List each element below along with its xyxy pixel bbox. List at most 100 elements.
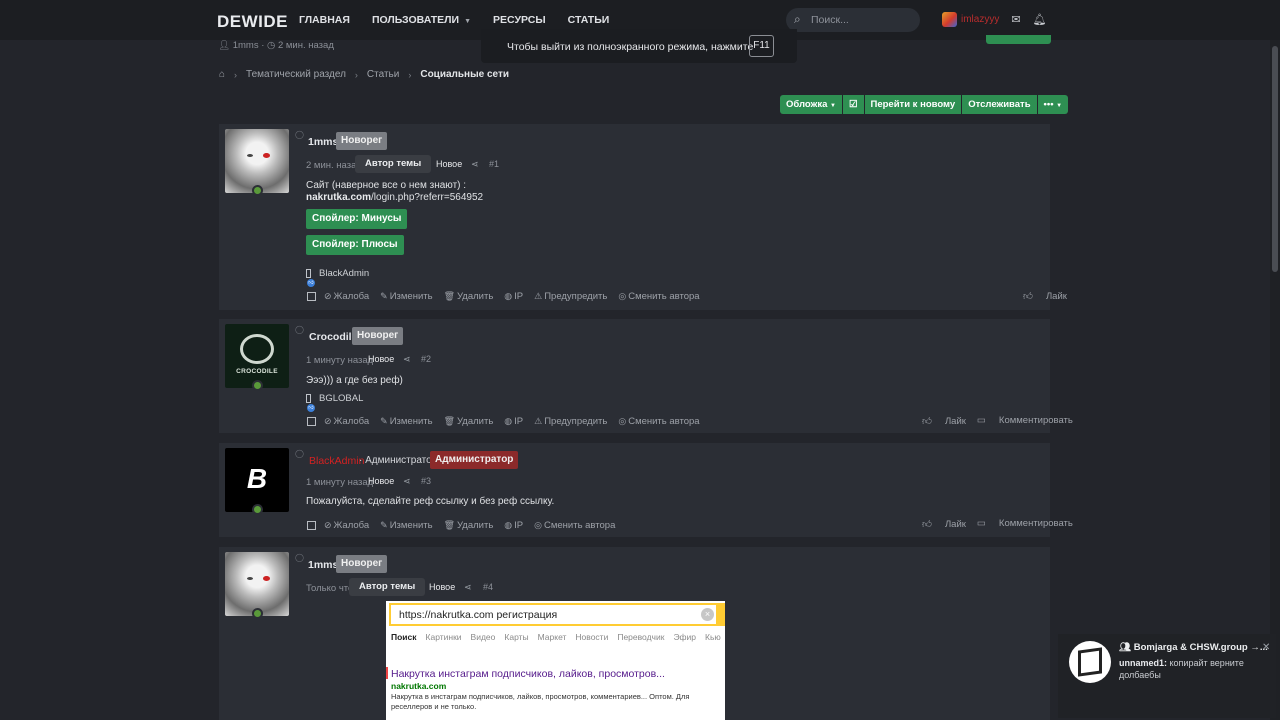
post-username[interactable]: 1mms: [308, 559, 338, 571]
post-time[interactable]: 1 минуту назад: [306, 355, 373, 366]
envelope-icon[interactable]: ✉: [1011, 13, 1020, 26]
pencil-icon: ✎: [380, 520, 388, 530]
post-number[interactable]: #4: [483, 582, 493, 592]
ip-link[interactable]: ◍ IP: [504, 416, 523, 427]
breadcrumb-articles[interactable]: Статьи: [367, 69, 399, 80]
watch-button[interactable]: Отслеживать: [962, 95, 1037, 114]
delete-link[interactable]: 🗑︎ Удалить: [444, 416, 494, 427]
avatar-eye-left: [247, 154, 253, 157]
report-link[interactable]: ⊘ Жалоба: [324, 520, 369, 531]
select-button[interactable]: ☑: [842, 95, 864, 114]
report-link[interactable]: ⊘ Жалоба: [324, 291, 369, 302]
notification-popup[interactable]: 👥︎ Bomjarga & CHSW.group →... unnamed1: …: [1058, 634, 1276, 718]
cover-button[interactable]: Обложка ▼: [780, 95, 842, 114]
spoiler-cons-button[interactable]: Спойлер: Минусы: [306, 209, 408, 229]
more-button[interactable]: ••• ▼: [1037, 95, 1069, 114]
select-checkbox[interactable]: [307, 417, 316, 426]
thread-author[interactable]: 1mms: [233, 40, 259, 51]
author-tooltip: Автор темы: [355, 155, 432, 173]
chevron-down-icon[interactable]: ▼: [464, 18, 471, 25]
spoiler-pros-button[interactable]: Спойлер: Плюсы: [306, 235, 404, 255]
warning-icon: ⚠: [534, 416, 543, 426]
share-icon[interactable]: ⋖: [403, 476, 411, 487]
notification-title[interactable]: 👥︎ Bomjarga & CHSW.group →...: [1119, 642, 1268, 653]
current-username[interactable]: imlazyyy: [961, 14, 999, 25]
change-author-link[interactable]: ◎ Сменить автора: [534, 520, 615, 531]
post-username[interactable]: Crocodile: [309, 331, 357, 343]
go-to-new-button[interactable]: Перейти к новому: [864, 95, 962, 114]
avatar[interactable]: [225, 129, 289, 193]
warn-link[interactable]: ⚠ Предупредить: [534, 416, 607, 427]
site-logo[interactable]: DEWIDE: [217, 12, 288, 32]
chevron-down-icon: ▼: [830, 103, 836, 109]
header-action-button[interactable]: [986, 35, 1051, 44]
avatar[interactable]: B: [225, 448, 289, 512]
close-icon[interactable]: ✕: [1262, 642, 1270, 653]
circle-icon[interactable]: ◯: [295, 325, 304, 334]
scrollbar-thumb[interactable]: [1272, 46, 1278, 272]
share-icon[interactable]: ⋖: [471, 159, 479, 170]
delete-link[interactable]: 🗑︎ Удалить: [444, 520, 494, 531]
new-label: Новое: [368, 354, 395, 364]
post-footer-actions: ⊘ Жалоба ✎ Изменить 🗑︎ Удалить ◍ IP ⚠ Предупр…: [307, 416, 711, 427]
report-link[interactable]: ⊘ Жалоба: [324, 416, 369, 427]
share-icon[interactable]: ⋖: [464, 582, 472, 593]
edit-link[interactable]: ✎ Изменить: [380, 520, 432, 531]
search-input[interactable]: ⌕ Поиск...: [786, 8, 920, 32]
like-button[interactable]: 👍︎ Лайк: [922, 415, 966, 427]
post-number[interactable]: #2: [421, 354, 431, 364]
change-author-link[interactable]: ◎ Сменить автора: [618, 416, 699, 427]
breadcrumb-section[interactable]: Тематический раздел: [246, 69, 346, 80]
page-scrollbar[interactable]: [1270, 40, 1280, 720]
ip-link[interactable]: ◍ IP: [504, 520, 523, 531]
post-username[interactable]: 1mms: [308, 136, 338, 148]
thread-meta: 👤︎ 1mms · ◷ 2 мин. назад: [218, 40, 334, 51]
post-link[interactable]: nakrutka.com/login.php?referr=564952: [306, 192, 483, 203]
tab-q: Кью: [705, 632, 721, 642]
breadcrumb-current[interactable]: Социальные сети: [420, 69, 509, 80]
liked-by[interactable]: BGLOBAL: [319, 393, 363, 404]
delete-label: Удалить: [457, 416, 494, 427]
ip-link[interactable]: ◍ IP: [504, 291, 523, 302]
circle-icon[interactable]: ◯: [295, 553, 304, 562]
post-username[interactable]: BlackAdmin: [309, 455, 364, 467]
delete-link[interactable]: 🗑︎ Удалить: [444, 291, 494, 302]
change-author-link[interactable]: ◎ Сменить автора: [618, 291, 699, 302]
post-number[interactable]: #3: [421, 476, 431, 486]
post-time[interactable]: Только что: [306, 583, 353, 594]
tab-news: Новости: [575, 632, 609, 642]
comment-button[interactable]: ▭ Комментировать: [977, 415, 1073, 427]
select-checkbox[interactable]: [307, 521, 316, 530]
like-button[interactable]: 👍︎ Лайк: [922, 518, 966, 530]
circle-icon[interactable]: ◯: [295, 130, 304, 139]
avatar[interactable]: [225, 552, 289, 616]
tab-search: Поиск: [391, 632, 417, 642]
bell-icon[interactable]: 🔔︎: [1033, 13, 1047, 26]
avatar[interactable]: [942, 12, 957, 27]
edit-link[interactable]: ✎ Изменить: [380, 291, 432, 302]
like-button[interactable]: 👍︎ Лайк: [1023, 290, 1067, 302]
post-time[interactable]: 2 мин. назад: [306, 160, 362, 171]
nav-users[interactable]: ПОЛЬЗОВАТЕЛИ ▼: [372, 14, 471, 26]
liked-by[interactable]: BlackAdmin: [319, 268, 369, 279]
warn-link[interactable]: ⚠ Предупредить: [534, 291, 607, 302]
nav-home[interactable]: ГЛАВНАЯ: [299, 14, 350, 26]
share-icon[interactable]: ⋖: [403, 354, 411, 365]
post-time[interactable]: 1 минуту назад: [306, 477, 373, 488]
select-checkbox[interactable]: [307, 292, 316, 301]
nav-resources[interactable]: РЕСУРСЫ: [493, 14, 546, 26]
notification-title-text: Bomjarga & CHSW.group →...: [1133, 642, 1268, 653]
circle-icon[interactable]: ◯: [295, 449, 304, 458]
avatar[interactable]: CROCODILE: [225, 324, 289, 388]
comment-button[interactable]: ▭ Комментировать: [977, 518, 1073, 530]
home-icon[interactable]: ⌂: [219, 69, 225, 80]
user-title-badge: Новорег: [336, 555, 388, 573]
post-number[interactable]: #1: [489, 159, 499, 169]
nav-articles[interactable]: СТАТЬИ: [568, 14, 610, 26]
search-button-stub: [716, 603, 725, 626]
post-text: Эээ))) а где без реф): [306, 375, 403, 386]
post-footer-actions: ⊘ Жалоба ✎ Изменить 🗑︎ Удалить ◍ IP ◎ Сменить…: [307, 520, 626, 531]
pencil-icon: ✎: [380, 416, 388, 426]
notification-body: unnamed1: копирайт верните долбаебы: [1119, 657, 1269, 681]
edit-link[interactable]: ✎ Изменить: [380, 416, 432, 427]
